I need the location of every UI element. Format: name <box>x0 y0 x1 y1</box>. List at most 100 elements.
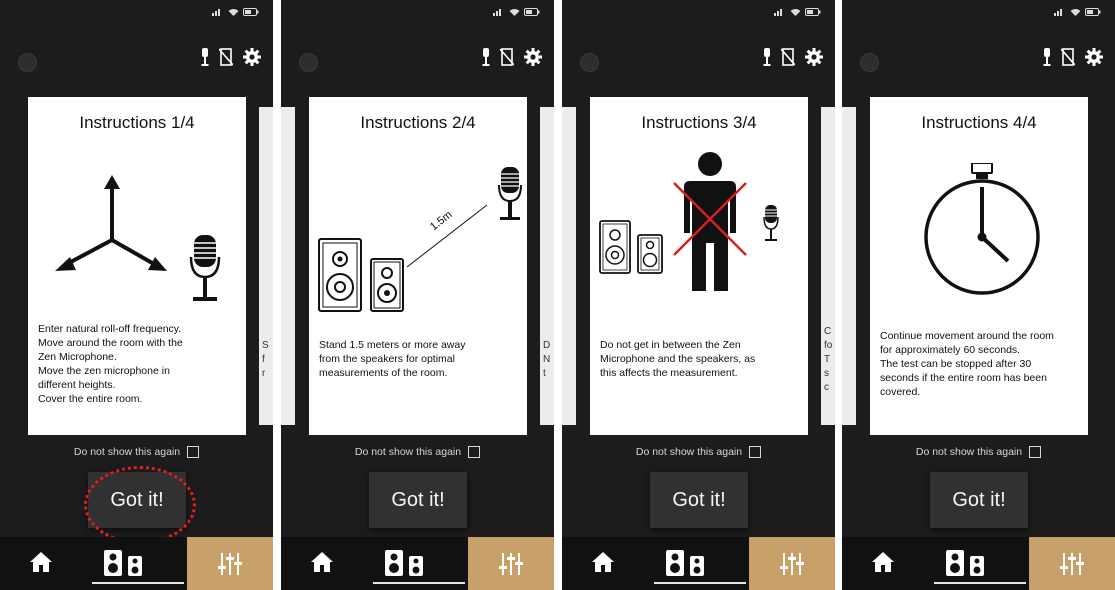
instruction-card: Instructions 2/4 1.5m Stand 1.5 meters o… <box>309 97 527 435</box>
phone-screen-4: Instructions 4/4 Continue movement aroun… <box>842 0 1115 590</box>
previous-card-peek[interactable] <box>842 107 856 425</box>
no-phone-icon[interactable] <box>219 48 233 66</box>
previous-card-peek[interactable] <box>281 107 295 425</box>
highlight-circle <box>84 466 196 544</box>
instruction-text: Stand 1.5 meters or more away from the s… <box>319 339 466 379</box>
three-direction-arrows-icon <box>55 175 167 271</box>
do-not-show-checkbox[interactable] <box>749 446 762 458</box>
battery-icon <box>805 8 821 16</box>
no-phone-icon[interactable] <box>1061 48 1075 66</box>
battery-icon <box>1085 8 1101 16</box>
home-icon[interactable] <box>592 552 614 572</box>
phone-screen-3: C fo T s c Instructions 3/4 Do not get i… <box>562 0 835 590</box>
peek-text: fo <box>824 340 833 351</box>
app-logo[interactable] <box>860 53 879 72</box>
peek-text: c <box>824 382 829 393</box>
card-title: Instructions 4/4 <box>921 113 1037 132</box>
peek-text: s <box>824 368 829 379</box>
gear-icon[interactable] <box>524 48 542 66</box>
status-bar <box>1054 8 1101 16</box>
peek-text: f <box>262 354 265 365</box>
do-not-show-again[interactable]: Do not show this again <box>562 446 835 458</box>
speakers-icon[interactable] <box>104 550 146 576</box>
got-it-button[interactable]: Got it! <box>369 472 467 528</box>
status-bar <box>774 8 821 16</box>
toolbar <box>482 48 542 66</box>
battery-icon <box>524 8 540 16</box>
equalizer-icon <box>218 552 242 575</box>
got-it-button[interactable]: Got it! <box>650 472 748 528</box>
instruction-card: Instructions 4/4 Continue movement aroun… <box>870 97 1088 435</box>
do-not-show-again[interactable]: Do not show this again <box>842 446 1115 458</box>
card-title: Instructions 2/4 <box>360 113 476 132</box>
got-it-button[interactable]: Got it! <box>930 472 1028 528</box>
gear-icon[interactable] <box>243 48 261 66</box>
bottom-nav <box>281 537 554 590</box>
speakers-illustration <box>318 238 404 312</box>
wifi-icon <box>509 9 520 16</box>
speakers-illustration <box>599 220 663 274</box>
phone-screen-2: D N t Instructions 2/4 1.5m Stand 1.5 me… <box>281 0 554 590</box>
gear-icon[interactable] <box>805 48 823 66</box>
speakers-icon[interactable] <box>385 550 427 576</box>
bottom-nav <box>0 537 273 590</box>
next-card-peek[interactable]: C fo T s c <box>821 107 835 425</box>
status-bar <box>212 8 259 16</box>
microphone-icon[interactable] <box>763 48 771 66</box>
microphone-illustration <box>763 205 779 241</box>
do-not-show-checkbox[interactable] <box>1029 446 1042 458</box>
peek-text: C <box>824 326 832 337</box>
equalizer-tab[interactable] <box>749 537 835 590</box>
instruction-text: Enter natural roll-off frequency. Move a… <box>38 323 183 405</box>
microphone-icon[interactable] <box>1043 48 1051 66</box>
next-card-peek[interactable]: S f r <box>259 107 273 425</box>
microphone-illustration <box>498 167 522 220</box>
no-phone-icon[interactable] <box>781 48 795 66</box>
instruction-text: Continue movement around the room for ap… <box>880 330 1054 398</box>
app-logo[interactable] <box>18 53 37 72</box>
microphone-illustration <box>189 235 221 301</box>
home-icon[interactable] <box>30 552 52 572</box>
peek-text: D <box>543 340 551 351</box>
app-logo[interactable] <box>580 53 599 72</box>
bottom-nav <box>562 537 835 590</box>
previous-card-peek[interactable] <box>562 107 576 425</box>
do-not-show-again[interactable]: Do not show this again <box>281 446 554 458</box>
do-not-show-checkbox[interactable] <box>187 446 200 458</box>
signal-icon <box>774 9 782 16</box>
equalizer-tab[interactable] <box>1029 537 1115 590</box>
home-icon[interactable] <box>872 552 894 572</box>
phone-screen-1: S f r Instructions 1/4 Enter natural rol… <box>0 0 273 590</box>
do-not-show-label: Do not show this again <box>354 446 462 458</box>
wifi-icon <box>790 9 801 16</box>
signal-icon <box>1054 9 1062 16</box>
no-phone-icon[interactable] <box>500 48 514 66</box>
bottom-nav <box>842 537 1115 590</box>
do-not-show-label: Do not show this again <box>635 446 743 458</box>
gear-icon[interactable] <box>1085 48 1103 66</box>
microphone-icon[interactable] <box>201 48 209 66</box>
equalizer-icon <box>1060 552 1084 575</box>
peek-text: r <box>262 368 266 379</box>
equalizer-tab[interactable] <box>468 537 554 590</box>
do-not-show-again[interactable]: Do not show this again <box>0 446 273 458</box>
home-icon[interactable] <box>311 552 333 572</box>
speakers-icon[interactable] <box>946 550 988 576</box>
battery-icon <box>243 8 259 16</box>
do-not-show-label: Do not show this again <box>915 446 1023 458</box>
app-logo[interactable] <box>299 53 318 72</box>
active-tab-indicator <box>934 582 1026 584</box>
next-card-peek[interactable]: D N t <box>540 107 554 425</box>
wifi-icon <box>1070 9 1081 16</box>
speakers-icon[interactable] <box>666 550 708 576</box>
do-not-show-checkbox[interactable] <box>468 446 481 458</box>
status-bar <box>493 8 540 16</box>
wifi-icon <box>228 9 239 16</box>
do-not-show-label: Do not show this again <box>73 446 181 458</box>
signal-icon <box>493 9 501 16</box>
equalizer-tab[interactable] <box>187 537 273 590</box>
distance-line <box>407 204 488 268</box>
instruction-card: Instructions 1/4 Enter natural roll-off … <box>28 97 246 435</box>
microphone-icon[interactable] <box>482 48 490 66</box>
card-title: Instructions 1/4 <box>79 113 195 132</box>
